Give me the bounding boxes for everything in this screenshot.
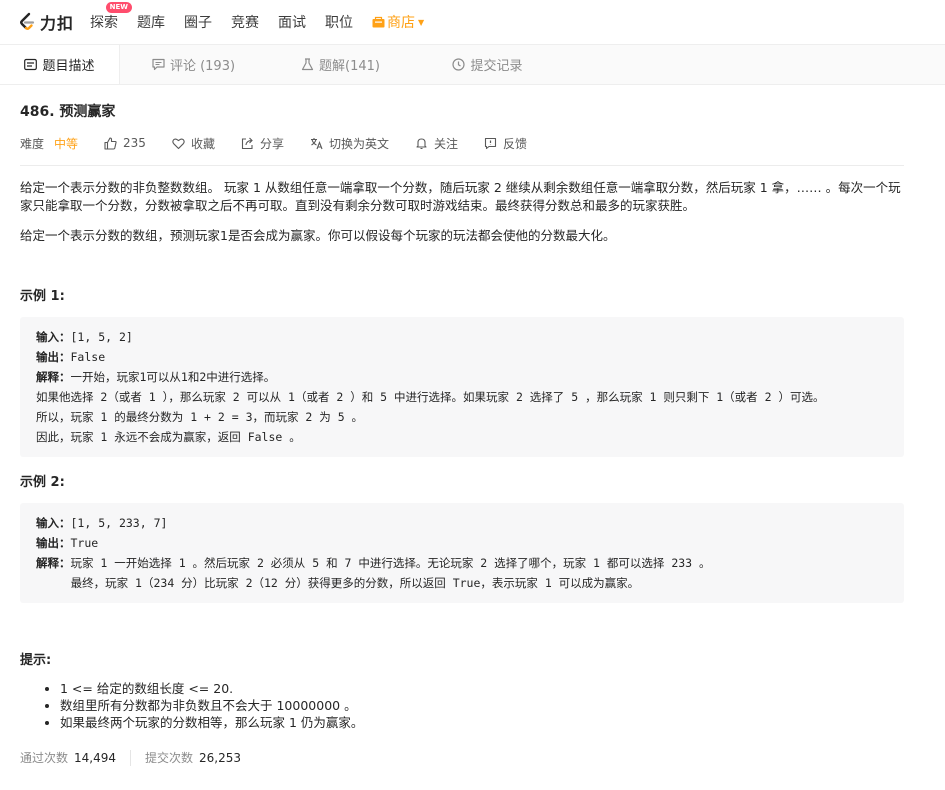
example-1-output-label: 输出： xyxy=(36,350,71,364)
tab-description-label: 题目描述 xyxy=(42,59,95,74)
example-2-explain-line: 最终，玩家 1（234 分）比玩家 2（12 分）获得更多的分数，所以返回 Tr… xyxy=(36,576,640,590)
switch-language-button[interactable]: 切换为英文 xyxy=(310,135,389,152)
difficulty-value: 中等 xyxy=(54,136,79,151)
hint-item: 数组里所有分数都为非负数且不会大于 10000000 。 xyxy=(60,697,904,714)
example-1-output: False xyxy=(70,350,106,364)
clock-icon xyxy=(452,58,466,71)
example-1-explain-line: 如果他选择 2（或者 1 ），那么玩家 2 可以从 1（或者 2 ）和 5 中进… xyxy=(36,390,825,404)
switch-language-label: 切换为英文 xyxy=(328,136,389,151)
new-badge: NEW xyxy=(105,2,133,13)
tab-comments-label: 评论 (193) xyxy=(169,59,236,74)
top-navbar: 力扣 探索 NEW 题库 圈子 竞赛 面试 职位 商店 ▼ xyxy=(0,0,945,45)
logo-text: 力扣 xyxy=(40,14,75,33)
difficulty-label: 难度 xyxy=(20,136,45,151)
submissions-count: 26,253 xyxy=(199,750,242,765)
chevron-down-icon: ▼ xyxy=(418,17,425,27)
description-paragraph-1: 给定一个表示分数的非负整数数组。 玩家 1 从数组任意一端拿取一个分数，随后玩家… xyxy=(20,180,901,213)
heart-icon xyxy=(172,137,185,149)
problem-tabs: 题目描述 评论 (193) 题解(141) 提交记录 xyxy=(0,45,945,85)
nav-store[interactable]: 商店 ▼ xyxy=(372,12,424,32)
problem-meta-bar: 难度 中等 235 收藏 分享 切换为英文 关注 反馈 xyxy=(20,130,904,166)
nav-store-label: 商店 xyxy=(387,15,416,31)
example-2-output-label: 输出： xyxy=(36,536,71,550)
description-paragraph-2: 给定一个表示分数的数组，预测玩家1是否会成为赢家。你可以假设每个玩家的玩法都会使… xyxy=(20,228,616,243)
share-button[interactable]: 分享 xyxy=(241,135,284,152)
description-icon xyxy=(24,58,38,71)
example-2-input: [1, 5, 233, 7] xyxy=(70,516,168,530)
submissions-label: 提交次数 xyxy=(145,751,194,765)
like-button[interactable]: 235 xyxy=(104,136,146,150)
accepted-label: 通过次数 xyxy=(20,751,69,765)
translate-icon xyxy=(310,137,323,149)
example-1-explain-line: 一开始，玩家1可以从1和2中进行选择。 xyxy=(70,370,276,384)
nav-explore-label: 探索 xyxy=(90,15,119,31)
comment-icon xyxy=(152,58,165,71)
example-1-explain-label: 解释： xyxy=(36,370,71,384)
hint-item: 1 <= 给定的数组长度 <= 20. xyxy=(60,680,904,697)
nav-circle[interactable]: 圈子 xyxy=(184,12,212,32)
store-icon xyxy=(372,16,385,28)
example-1-input-label: 输入： xyxy=(36,330,71,344)
thumbs-up-icon xyxy=(104,136,117,150)
tab-solutions-label: 题解(141) xyxy=(319,59,380,74)
feedback-button[interactable]: 反馈 xyxy=(484,135,527,152)
example-2-input-label: 输入： xyxy=(36,516,71,530)
feedback-label: 反馈 xyxy=(503,136,528,151)
example-1-title: 示例 1: xyxy=(20,289,65,304)
submission-stats: 通过次数 14,494 提交次数 26,253 xyxy=(20,749,904,766)
nav-jobs[interactable]: 职位 xyxy=(325,12,353,32)
nav-interview[interactable]: 面试 xyxy=(278,12,306,32)
follow-button[interactable]: 关注 xyxy=(415,135,458,152)
problem-title: 486. 预测赢家 xyxy=(20,104,116,120)
nav-explore[interactable]: 探索 NEW xyxy=(90,2,133,32)
favorite-label: 收藏 xyxy=(190,136,215,151)
example-2-output: True xyxy=(70,536,99,550)
example-1-explain-line: 所以，玩家 1 的最终分数为 1 + 2 = 3，而玩家 2 为 5 。 xyxy=(36,410,364,424)
example-2-explain-line: 玩家 1 一开始选择 1 。然后玩家 2 必须从 5 和 7 中进行选择。无论玩… xyxy=(70,556,711,570)
tab-comments[interactable]: 评论 (193) xyxy=(120,45,267,84)
share-label: 分享 xyxy=(259,136,284,151)
logo[interactable]: 力扣 xyxy=(18,10,74,34)
share-icon xyxy=(241,137,253,149)
bell-icon xyxy=(416,137,427,149)
feedback-icon xyxy=(484,137,497,149)
leetcode-logo-icon xyxy=(20,12,35,30)
hints-title: 提示: xyxy=(20,653,52,668)
difficulty: 难度 中等 xyxy=(20,135,78,152)
tab-solutions[interactable]: 题解(141) xyxy=(267,45,414,84)
nav-problems[interactable]: 题库 xyxy=(137,12,165,32)
example-1-input: [1, 5, 2] xyxy=(70,330,133,344)
problem-content: 486. 预测赢家 难度 中等 235 收藏 分享 切换为英文 关注 反馈 给定… xyxy=(0,85,924,766)
example-1-block: 输入：[1, 5, 2] 输出：False 解释：一开始，玩家1可以从1和2中进… xyxy=(20,317,904,457)
flask-icon xyxy=(301,58,314,71)
tab-submissions[interactable]: 提交记录 xyxy=(414,45,561,84)
example-2-block: 输入：[1, 5, 233, 7] 输出：True 解释：玩家 1 一开始选择 … xyxy=(20,503,904,603)
stats-divider xyxy=(130,749,132,766)
hints-list: 1 <= 给定的数组长度 <= 20. 数组里所有分数都为非负数且不会大于 10… xyxy=(20,680,904,731)
tab-description[interactable]: 题目描述 xyxy=(0,45,120,84)
example-2-title: 示例 2: xyxy=(20,475,65,490)
nav-contest[interactable]: 竞赛 xyxy=(231,12,259,32)
favorite-button[interactable]: 收藏 xyxy=(172,135,215,152)
accepted-count: 14,494 xyxy=(74,750,117,765)
example-2-explain-label: 解释： xyxy=(36,556,71,570)
example-1-explain-line: 因此，玩家 1 永远不会成为赢家，返回 False 。 xyxy=(36,430,301,444)
hint-item: 如果最终两个玩家的分数相等，那么玩家 1 仍为赢家。 xyxy=(60,714,904,731)
tab-submissions-label: 提交记录 xyxy=(470,59,523,74)
like-count: 235 xyxy=(123,136,146,150)
follow-label: 关注 xyxy=(433,136,458,151)
